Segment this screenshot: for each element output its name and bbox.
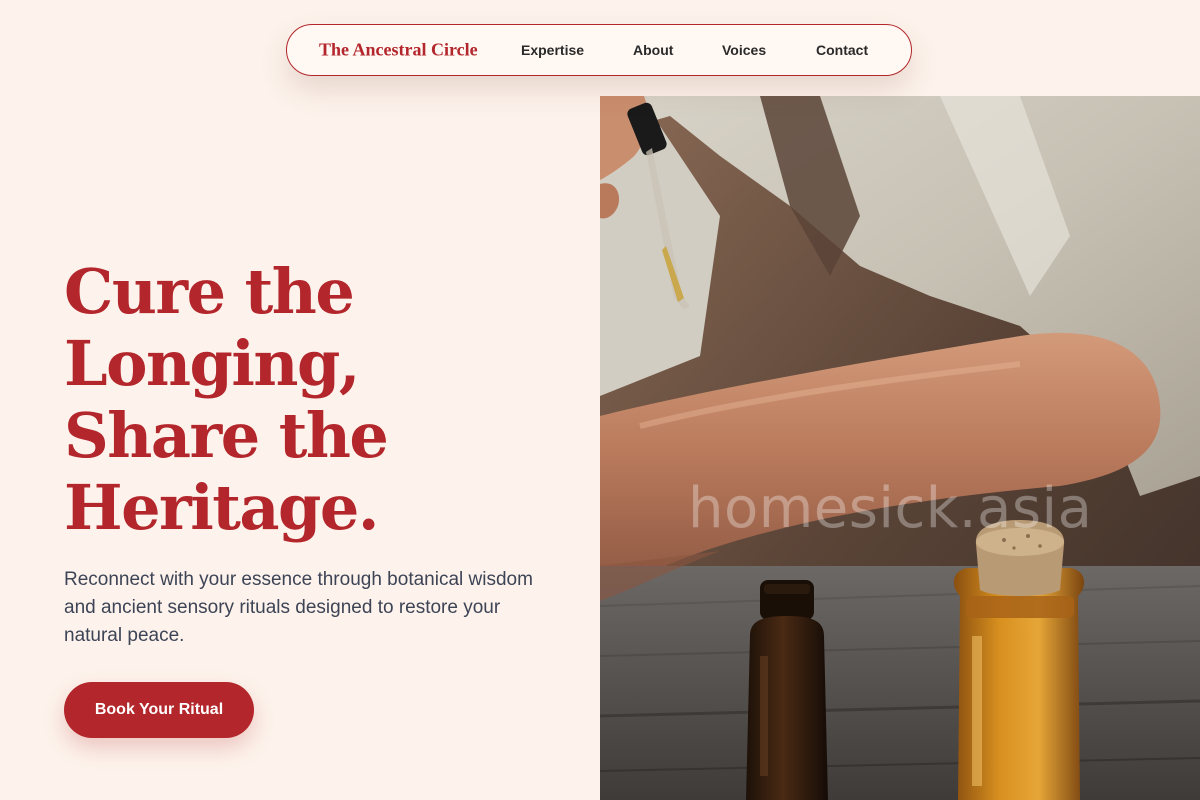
brand-logo[interactable]: The Ancestral Circle: [319, 40, 478, 61]
hero-title-line: Cure the: [64, 255, 355, 328]
hero-title-line: Share the: [64, 399, 389, 472]
hero-title: Cure the Longing, Share the Heritage.: [64, 256, 584, 544]
navbar: The Ancestral Circle Expertise About Voi…: [286, 24, 912, 76]
nav-link-about[interactable]: About: [633, 42, 673, 58]
hero-photo-illustration: [600, 96, 1200, 800]
hero-subtitle: Reconnect with your essence through bota…: [64, 569, 533, 646]
hero-title-line: Longing,: [64, 327, 360, 400]
book-ritual-button[interactable]: Book Your Ritual: [64, 682, 254, 738]
hero-title-line: Heritage.: [64, 471, 379, 544]
nav-link-expertise[interactable]: Expertise: [521, 42, 584, 58]
nav-link-voices[interactable]: Voices: [722, 42, 766, 58]
landing-page: The Ancestral Circle Expertise About Voi…: [0, 0, 1200, 800]
nav-link-contact[interactable]: Contact: [816, 42, 868, 58]
hero-photo: [600, 96, 1200, 800]
